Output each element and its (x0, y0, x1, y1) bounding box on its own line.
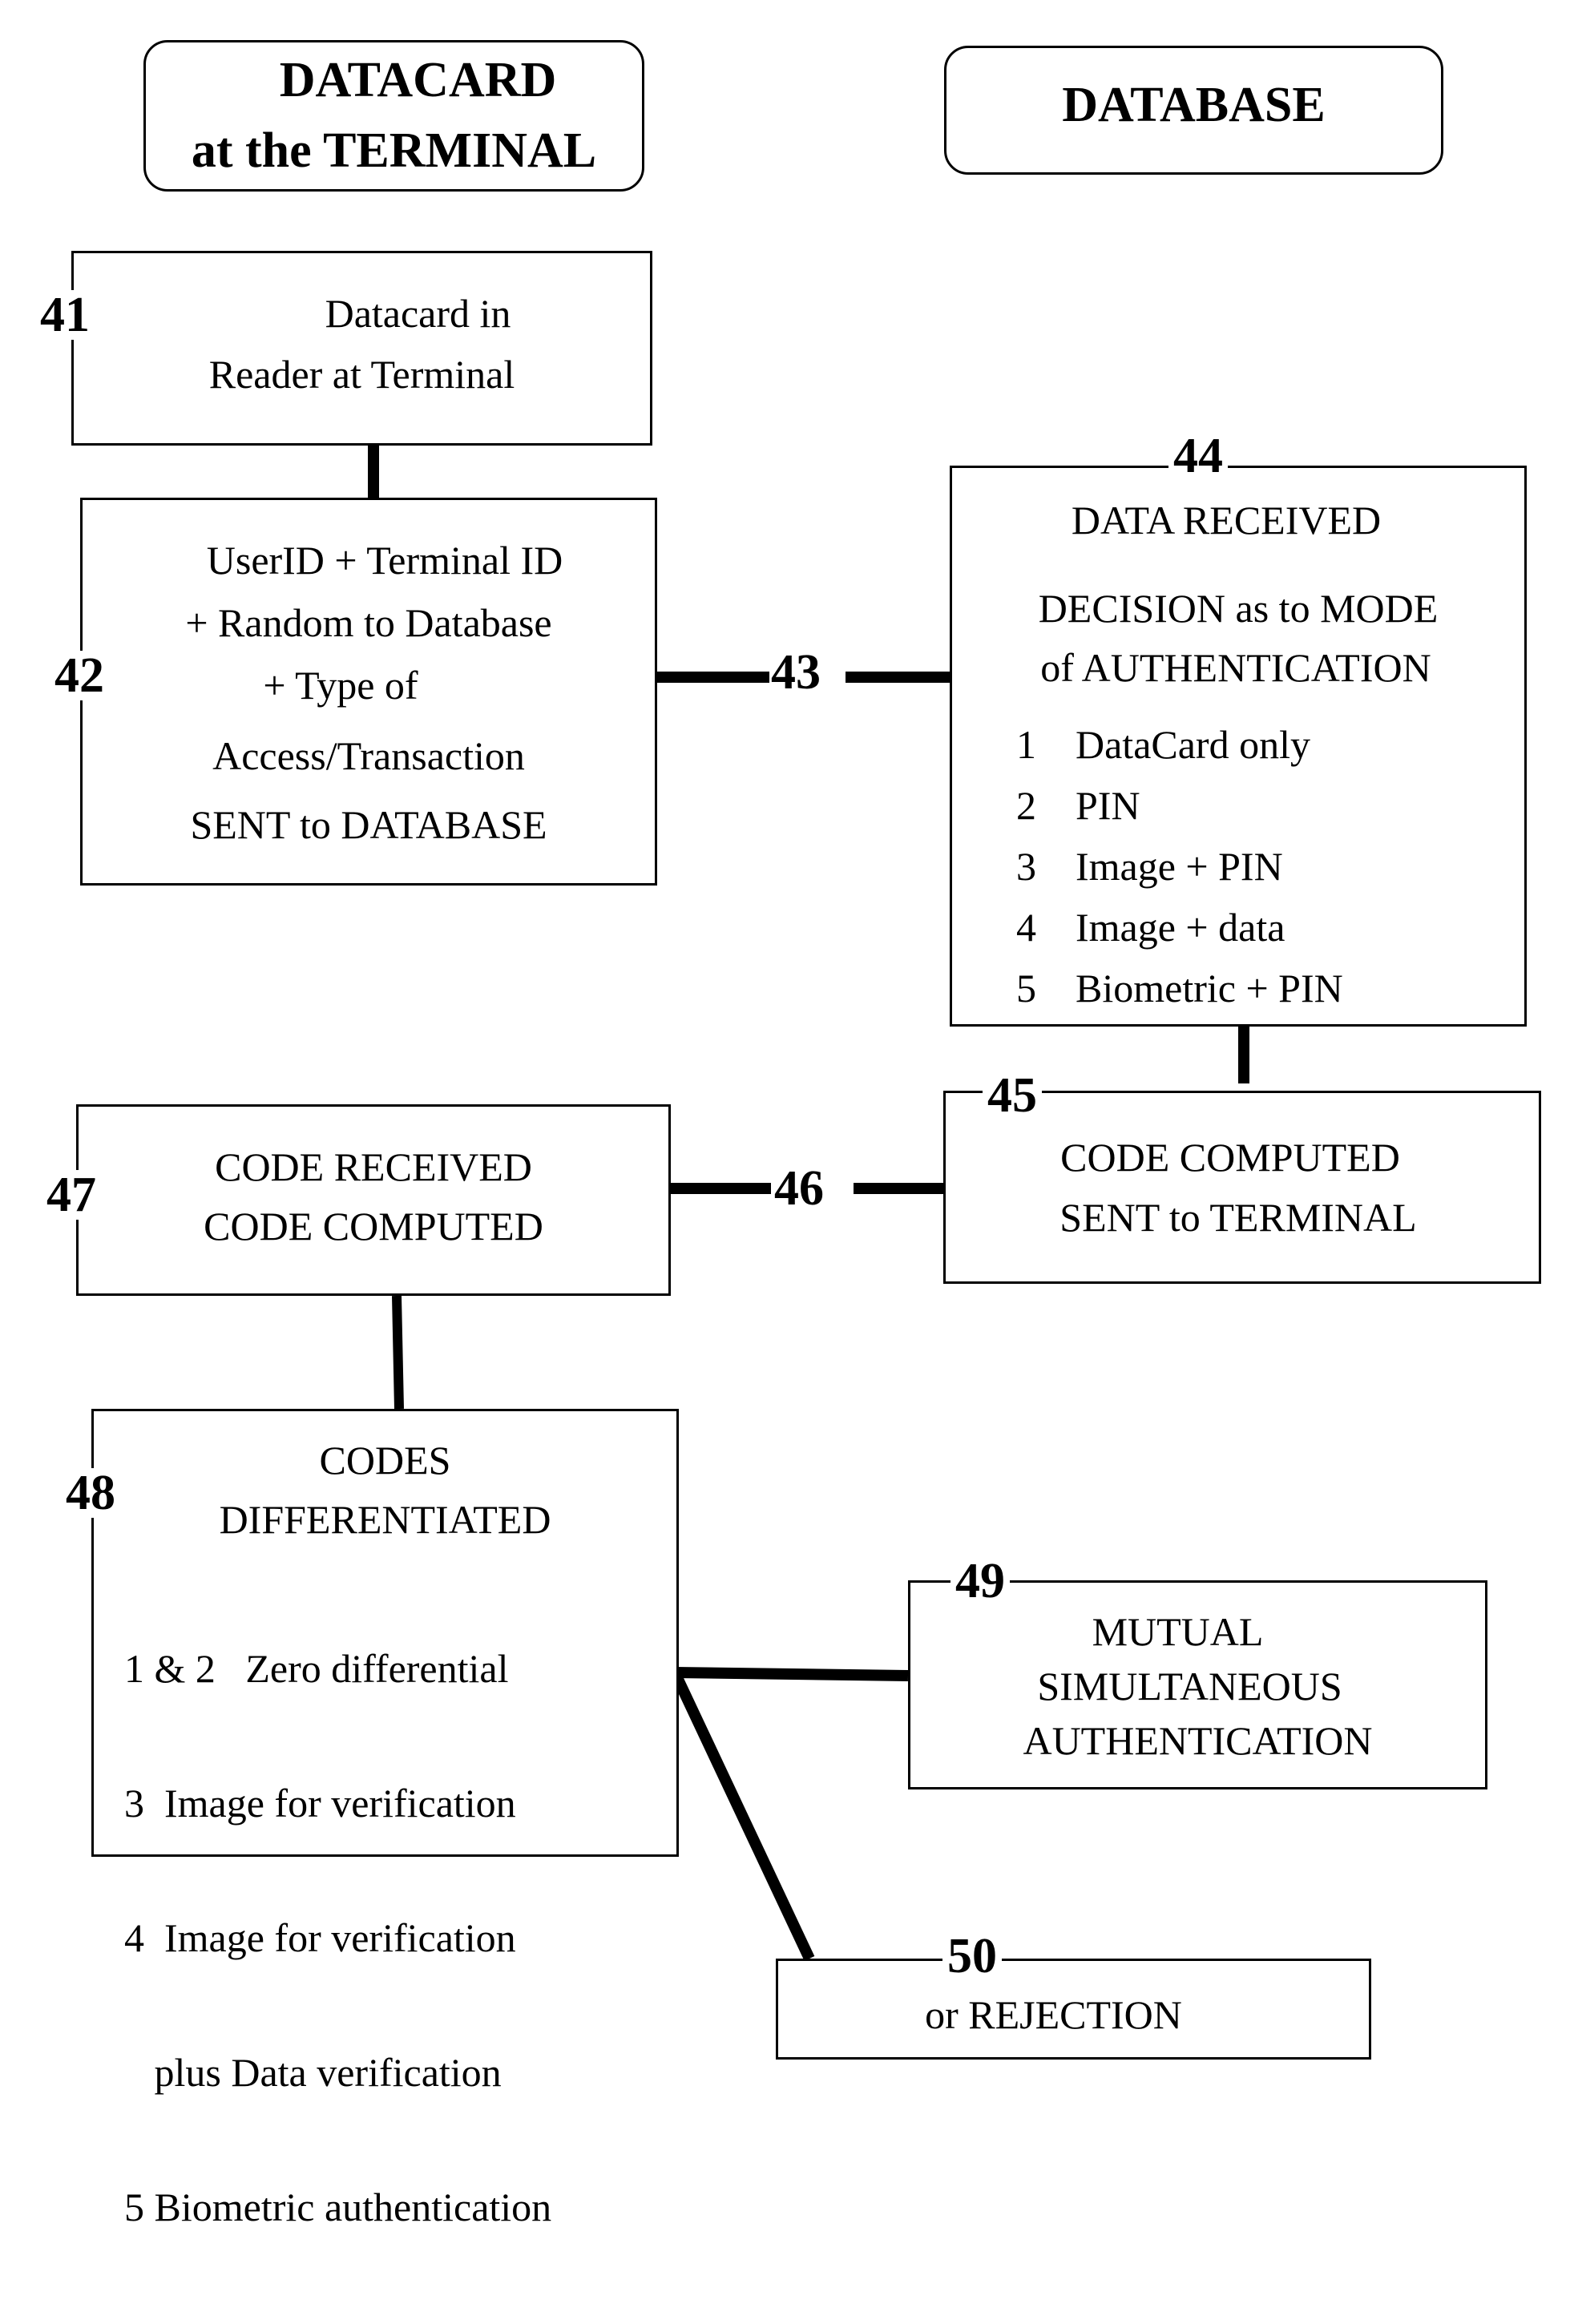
step-49-box: MUTUAL SIMULTANEOUS AUTHENTICATION (908, 1580, 1487, 1789)
step-42-line-3: + Type of (263, 663, 418, 708)
result-item: 4 Image for verification (124, 1915, 516, 1960)
result-item: 5 Biometric authentication (124, 2185, 552, 2229)
step-42-label: 42 (50, 651, 109, 700)
step-41-label: 41 (35, 290, 95, 340)
step-48-box: CODES DIFFERENTIATED 1 & 2 Zero differen… (91, 1409, 679, 2227)
step-47-line-1: CODE RECEIVED (215, 1144, 532, 1189)
header-line-1: DATACARD (279, 53, 557, 107)
connector-48-49 (674, 1667, 909, 1681)
step-48-label: 48 (64, 1466, 117, 1520)
step-49-line-1: MUTUAL (1092, 1609, 1264, 1654)
result-item: 3 Image for verification (124, 1781, 516, 1826)
step-41-line-2: Reader at Terminal (208, 352, 515, 397)
step-50-line-1: or REJECTION (925, 1992, 1182, 2037)
step-42-line-1: UserID + Terminal ID (206, 538, 563, 583)
step-42-line-5: SENT to DATABASE (190, 802, 547, 847)
step-49-line-3: AUTHENTICATION (1023, 1718, 1373, 1763)
connector-47-48 (392, 1295, 404, 1410)
step-45-line-1: CODE COMPUTED (1060, 1135, 1400, 1180)
header-database: DATABASE (944, 46, 1443, 175)
step-42-line-4: Access/Transaction (212, 733, 525, 778)
header-database-title: DATABASE (1062, 78, 1326, 132)
step-50-box: or REJECTION (776, 1959, 1371, 2060)
step-44-line-1: DECISION as to MODE (1038, 586, 1439, 631)
step-49-label: 49 (950, 1556, 1010, 1606)
header-datacard-terminal: DATACARD at the TERMINAL (143, 40, 644, 192)
mode-item: 4 Image + data (1016, 905, 1285, 950)
step-41-box: Datacard in Reader at Terminal (71, 251, 652, 446)
mode-item: 2 PIN (1016, 783, 1140, 828)
step-44-label: 44 (1168, 431, 1228, 481)
step-44-line-2: of AUTHENTICATION (1040, 645, 1431, 690)
connector-48-50 (669, 1670, 815, 1961)
mode-item: 5 Biometric + PIN (1016, 966, 1343, 1011)
mode-item: 1 DataCard only (1016, 722, 1310, 767)
step-41-line-1: Datacard in (325, 291, 511, 336)
step-44-box: DATA RECEIVED DECISION as to MODE of AUT… (950, 466, 1527, 1027)
step-47-label: 47 (45, 1168, 98, 1222)
step-45-label: 45 (983, 1071, 1042, 1120)
result-item: 1 & 2 Zero differential (124, 1646, 509, 1691)
step-44-modes: 1 DataCard only 2 PIN 3 Image + PIN 4 Image … (1016, 724, 1343, 1029)
step-43-label: 43 (771, 645, 821, 700)
result-item: plus Data verification (124, 2050, 502, 2095)
step-48-title-2: DIFFERENTIATED (219, 1497, 551, 1542)
step-47-line-2: CODE COMPUTED (204, 1204, 543, 1249)
step-49-line-2: SIMULTANEOUS (1037, 1664, 1342, 1709)
step-44-title: DATA RECEIVED (1071, 498, 1382, 543)
header-line-2: at the TERMINAL (191, 123, 597, 178)
step-42-box: UserID + Terminal ID + Random to Databas… (80, 498, 657, 886)
step-42-line-2: + Random to Database (185, 600, 552, 645)
step-47-box: CODE RECEIVED CODE COMPUTED (76, 1104, 671, 1296)
mode-item: 3 Image + PIN (1016, 844, 1283, 889)
step-48-title-1: CODES (319, 1438, 451, 1483)
step-45-line-2: SENT to TERMINAL (1059, 1195, 1417, 1240)
step-46-label: 46 (771, 1164, 827, 1213)
step-50-label: 50 (942, 1931, 1002, 1981)
step-48-items: 1 & 2 Zero differential 3 Image for veri… (124, 1568, 551, 2322)
